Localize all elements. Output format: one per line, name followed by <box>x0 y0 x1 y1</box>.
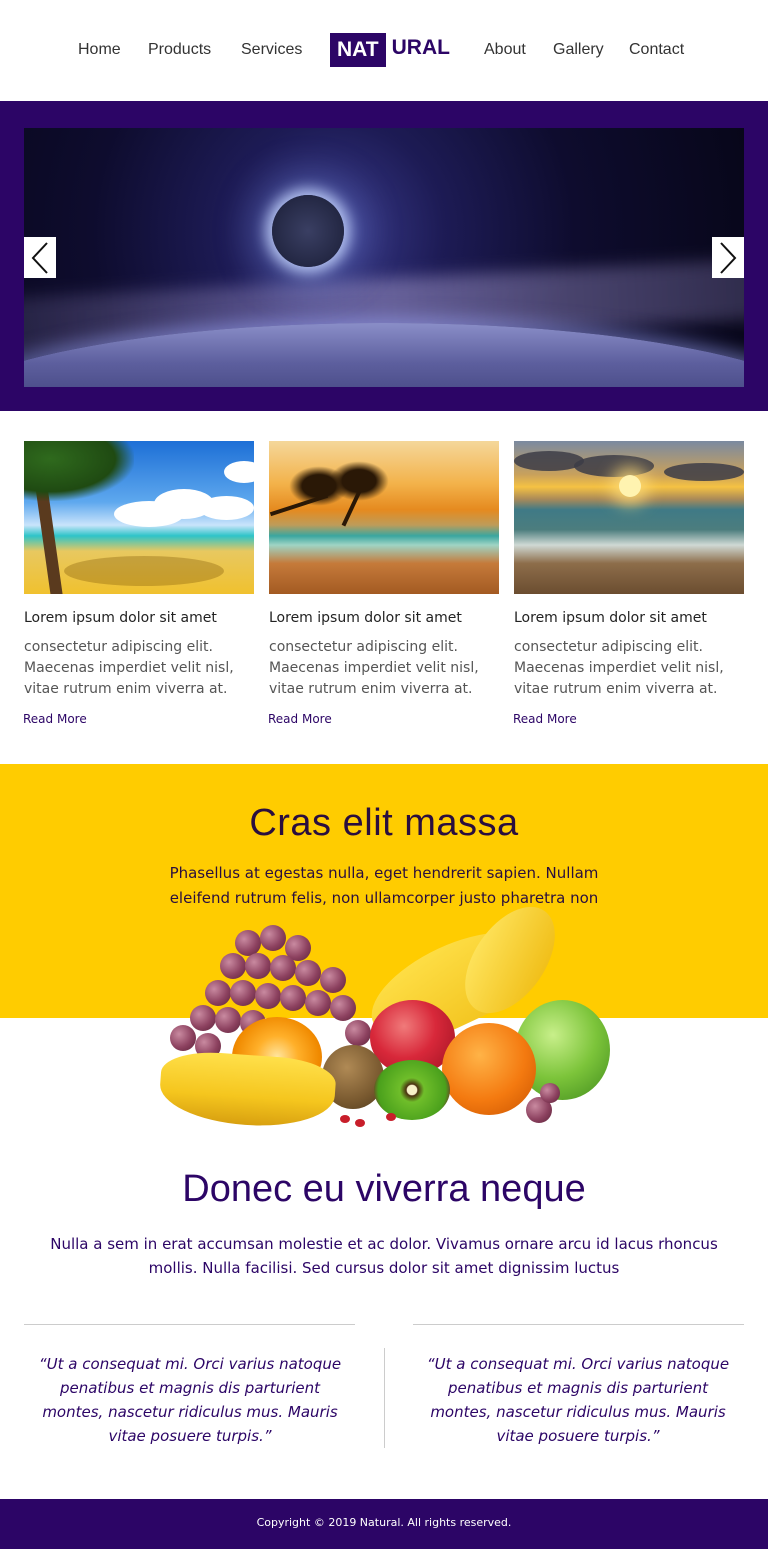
logo-rest-text: URAL <box>391 36 450 59</box>
nav-services[interactable]: Services <box>241 38 302 62</box>
card-image-sunset-beach <box>269 441 499 594</box>
card-title: Lorem ipsum dolor sit amet <box>269 610 462 626</box>
nav-about[interactable]: About <box>484 38 526 62</box>
site-header: Home Products Services NAT URAL About Ga… <box>0 0 768 101</box>
nav-contact[interactable]: Contact <box>629 38 684 62</box>
nav-home[interactable]: Home <box>78 38 121 62</box>
card-image-rocky-sunset <box>514 441 744 594</box>
chevron-right-icon <box>720 241 737 274</box>
card-title: Lorem ipsum dolor sit amet <box>514 610 707 626</box>
chevron-left-icon <box>31 241 48 274</box>
slider-next-button[interactable] <box>712 237 744 278</box>
feature-text: Phasellus at egestas nulla, eget hendrer… <box>169 864 599 907</box>
divider <box>24 1324 355 1325</box>
fruit-image <box>150 890 620 1135</box>
logo-boxed-text: NAT <box>330 33 386 67</box>
card-1: Lorem ipsum dolor sit amet consectetur a… <box>23 441 254 726</box>
read-more-link[interactable]: Read More <box>23 711 87 727</box>
card-text: consectetur adipiscing elit. Maecenas im… <box>269 639 479 697</box>
feature-title: Cras elit massa <box>249 802 519 844</box>
read-more-link[interactable]: Read More <box>513 711 577 727</box>
vertical-divider <box>384 1348 385 1448</box>
testimonial-quote: “Ut a consequat mi. Orci varius natoque … <box>426 1355 730 1445</box>
testimonial-quote: “Ut a consequat mi. Orci varius natoque … <box>38 1355 342 1445</box>
card-3: Lorem ipsum dolor sit amet consectetur a… <box>513 441 744 726</box>
site-footer: Copyright © 2019 Natural. All rights res… <box>0 1499 768 1549</box>
slider-prev-button[interactable] <box>24 237 56 278</box>
card-image-beach-palm <box>24 441 254 594</box>
read-more-link[interactable]: Read More <box>268 711 332 727</box>
card-text: consectetur adipiscing elit. Maecenas im… <box>24 639 234 697</box>
hero-slider <box>0 101 768 411</box>
section-title: Donec eu viverra neque <box>182 1168 586 1210</box>
card-2: Lorem ipsum dolor sit amet consectetur a… <box>268 441 499 726</box>
card-title: Lorem ipsum dolor sit amet <box>24 610 217 626</box>
nav-gallery[interactable]: Gallery <box>553 38 604 62</box>
section-text: Nulla a sem in erat accumsan molestie et… <box>50 1235 718 1277</box>
divider <box>413 1324 744 1325</box>
nav-products[interactable]: Products <box>148 38 211 62</box>
logo[interactable]: NAT URAL <box>330 33 450 67</box>
copyright-text: Copyright © 2019 Natural. All rights res… <box>256 1516 512 1529</box>
card-text: consectetur adipiscing elit. Maecenas im… <box>514 639 724 697</box>
slide-image <box>24 128 744 387</box>
eclipse <box>272 195 344 267</box>
